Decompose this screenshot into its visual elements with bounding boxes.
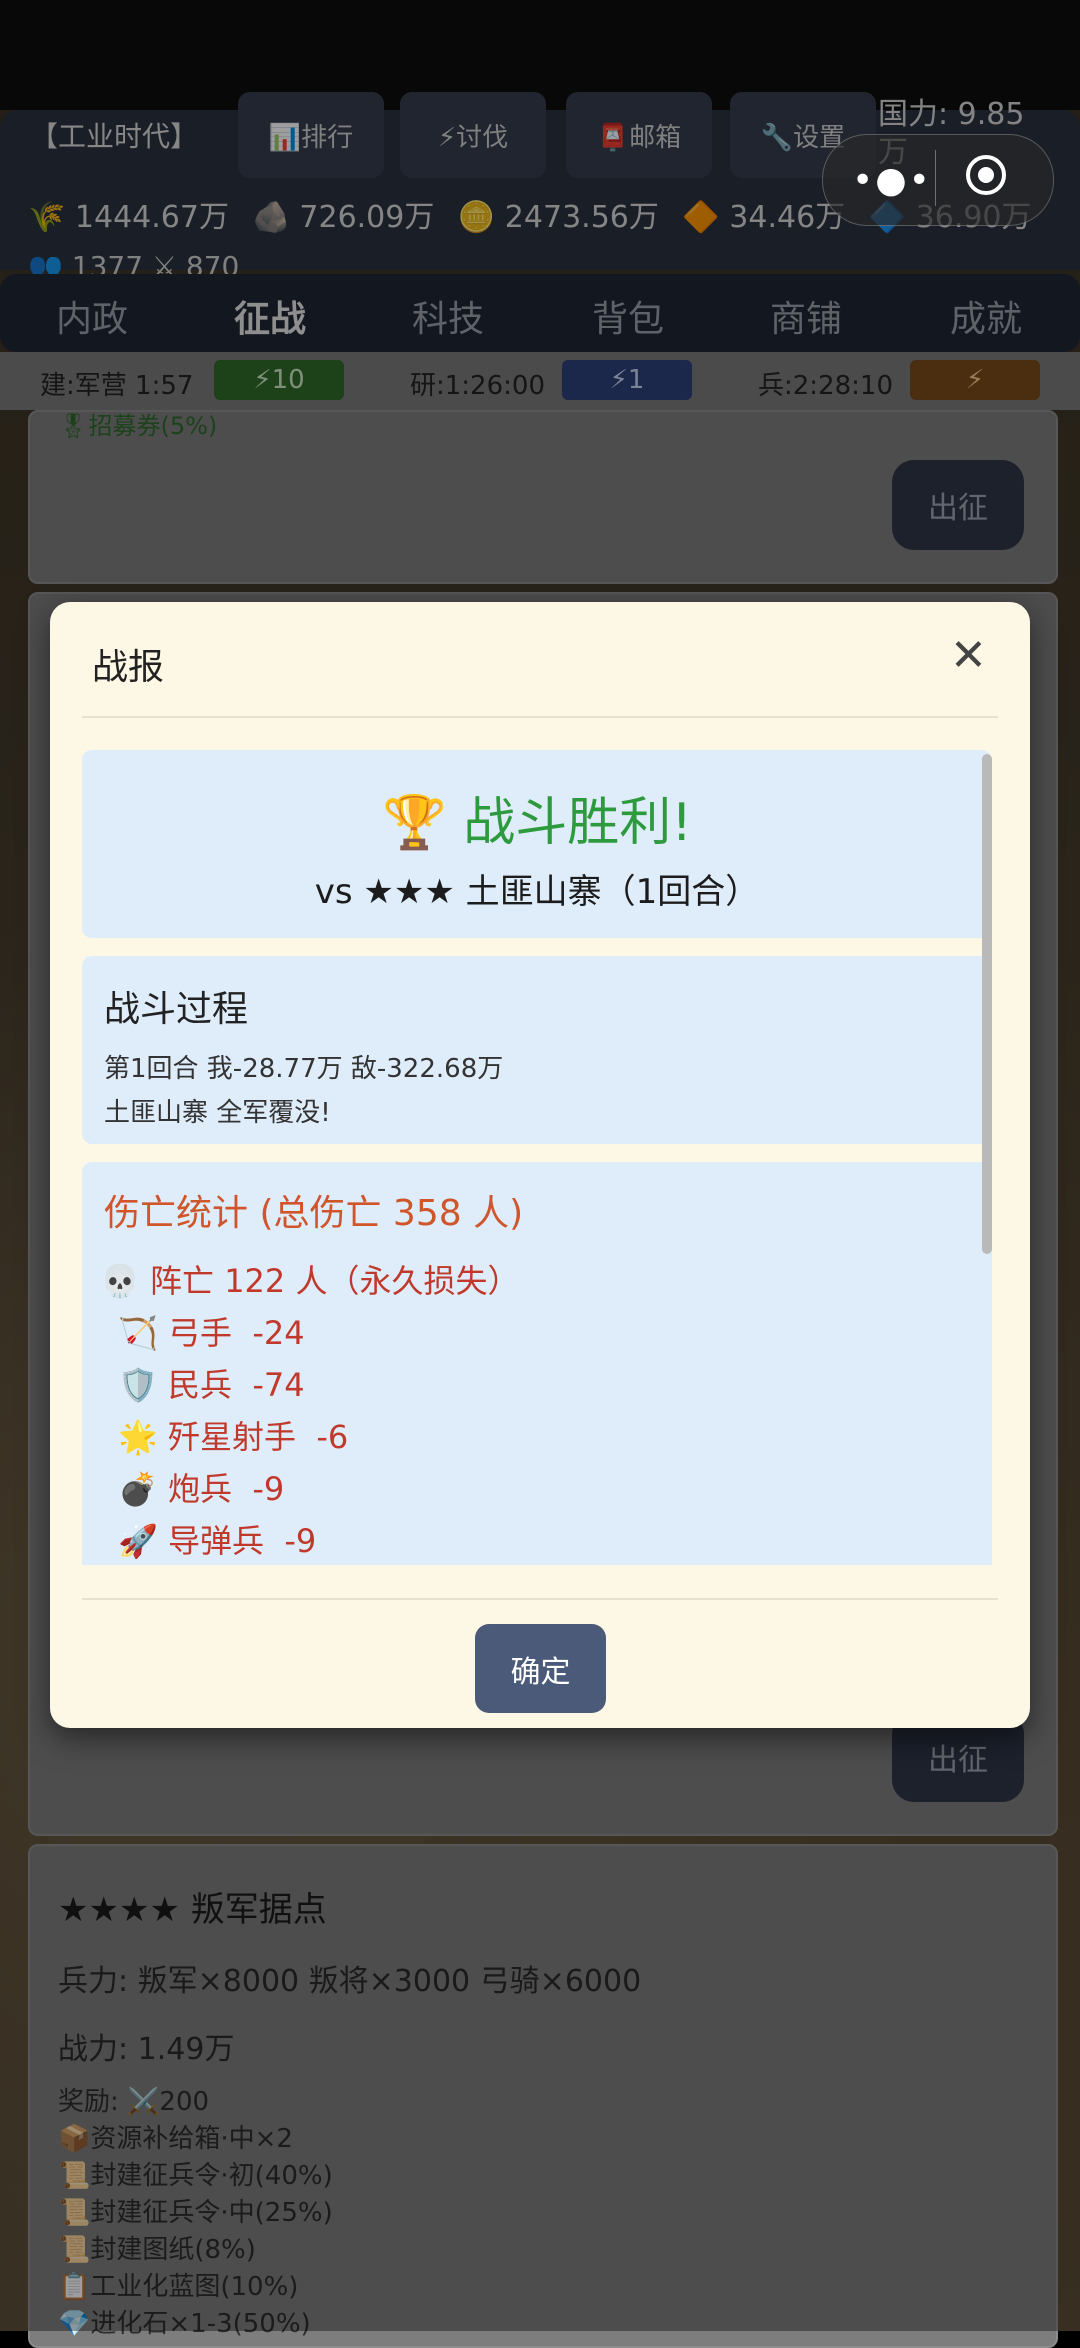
confirm-button[interactable]: 确定	[475, 1624, 606, 1713]
battle-process-box: 战斗过程 第1回合 我-28.77万 敌-322.68万 土匪山寨 全军覆没!	[82, 956, 992, 1144]
star-burst-icon: 🌟	[118, 1418, 158, 1456]
divider	[82, 1598, 998, 1600]
close-miniprogram-icon[interactable]	[966, 155, 1006, 195]
unit-loss: -9	[284, 1522, 317, 1560]
report-scrollbar[interactable]	[982, 754, 992, 1254]
dialog-title: 战报	[92, 647, 165, 688]
bomb-icon: 💣	[118, 1470, 158, 1508]
unit-loss: -74	[252, 1366, 305, 1404]
unit-loss: -6	[316, 1418, 349, 1456]
opponent-text: vs ★★★ 土匪山寨（1回合）	[314, 872, 760, 912]
process-line: 第1回合 我-28.77万 敌-322.68万	[104, 1054, 504, 1084]
unit-name: 民兵	[168, 1366, 233, 1404]
casualty-box: 伤亡统计 (总伤亡 358 人) 💀 阵亡 122 人（永久损失） 🏹 弓手 -…	[82, 1162, 992, 1565]
close-icon[interactable]: ✕	[950, 634, 987, 678]
result-box: 🏆 战斗胜利! vs ★★★ 土匪山寨（1回合）	[82, 750, 992, 938]
unit-loss-row: 🌟 歼星射手 -6	[118, 1412, 348, 1458]
more-menu-icon[interactable]: •●•	[852, 160, 932, 201]
unit-loss-row: 🚀 导弹兵 -9	[118, 1516, 316, 1562]
report-scroll-area[interactable]: 🏆 战斗胜利! vs ★★★ 土匪山寨（1回合） 战斗过程 第1回合 我-28.…	[82, 750, 998, 1565]
divider	[82, 716, 998, 718]
unit-name: 歼星射手	[168, 1418, 297, 1456]
victory-text: 🏆 战斗胜利!	[381, 793, 693, 853]
capsule-divider	[935, 150, 936, 206]
unit-loss: -9	[252, 1470, 285, 1508]
unit-name: 导弹兵	[168, 1522, 265, 1560]
dead-count: 💀 阵亡 122 人（永久损失）	[100, 1262, 520, 1300]
process-line: 土匪山寨 全军覆没!	[104, 1098, 331, 1128]
unit-name: 炮兵	[168, 1470, 233, 1508]
process-title: 战斗过程	[104, 989, 249, 1030]
shield-icon: 🛡️	[118, 1366, 158, 1404]
casualty-title: 伤亡统计 (总伤亡 358 人)	[104, 1193, 524, 1234]
unit-loss-row: 🛡️ 民兵 -74	[118, 1360, 305, 1406]
rocket-icon: 🚀	[118, 1522, 158, 1560]
bow-icon: 🏹	[118, 1314, 158, 1352]
unit-loss-row: 💣 炮兵 -9	[118, 1464, 284, 1510]
unit-name: 弓手	[168, 1314, 233, 1352]
unit-loss-row: 🏹 弓手 -24	[118, 1308, 305, 1354]
unit-loss: -24	[252, 1314, 305, 1352]
